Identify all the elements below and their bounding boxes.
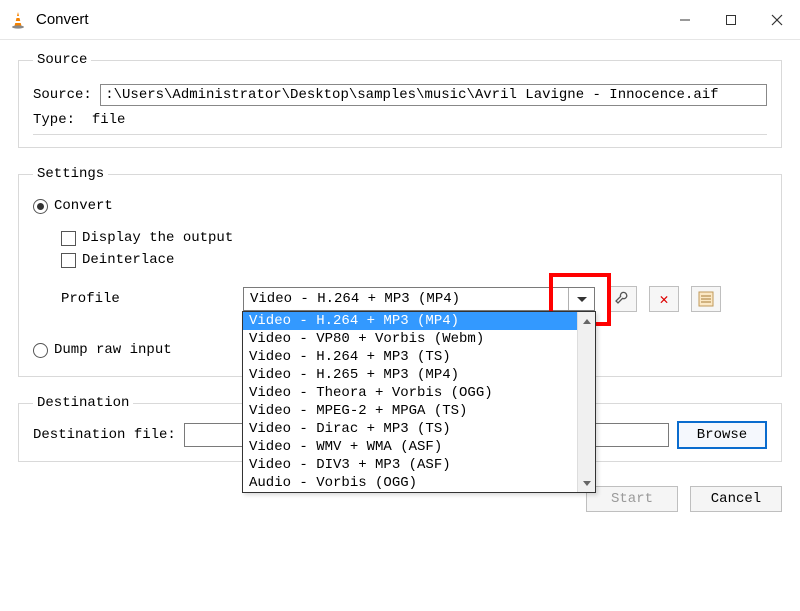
destination-file-label: Destination file: xyxy=(33,427,176,443)
dump-raw-label: Dump raw input xyxy=(54,342,172,358)
browse-button[interactable]: Browse xyxy=(677,421,767,449)
titlebar: Convert xyxy=(0,0,800,40)
profile-option[interactable]: Video - Theora + Vorbis (OGG) xyxy=(243,384,577,402)
profile-selected: Video - H.264 + MP3 (MP4) xyxy=(244,291,568,307)
profile-label: Profile xyxy=(61,291,231,307)
source-legend: Source xyxy=(33,52,91,68)
convert-radio-label: Convert xyxy=(54,198,113,214)
source-path-input[interactable] xyxy=(100,84,767,106)
settings-group: Settings Convert Display the output Dein… xyxy=(18,166,782,377)
profile-option[interactable]: Video - Dirac + MP3 (TS) xyxy=(243,420,577,438)
checkbox-indicator-icon xyxy=(61,253,76,268)
checkbox-indicator-icon xyxy=(61,231,76,246)
profile-option[interactable]: Video - H.265 + MP3 (MP4) xyxy=(243,366,577,384)
type-label: Type: xyxy=(33,112,92,128)
profile-option[interactable]: Video - DIV3 + MP3 (ASF) xyxy=(243,456,577,474)
close-button[interactable] xyxy=(754,0,800,40)
profile-option[interactable]: Video - H.264 + MP3 (TS) xyxy=(243,348,577,366)
start-button[interactable]: Start xyxy=(586,486,678,512)
scroll-down-icon[interactable] xyxy=(578,474,595,492)
deinterlace-label: Deinterlace xyxy=(82,252,174,268)
cancel-button[interactable]: Cancel xyxy=(690,486,782,512)
deinterlace-checkbox[interactable]: Deinterlace xyxy=(61,252,174,268)
display-output-label: Display the output xyxy=(82,230,233,246)
dump-raw-radio[interactable]: Dump raw input xyxy=(33,342,172,358)
edit-profile-button[interactable] xyxy=(607,286,637,312)
radio-indicator-icon xyxy=(33,343,48,358)
convert-radio[interactable]: Convert xyxy=(33,198,113,214)
source-group: Source Source: Type: file xyxy=(18,52,782,148)
chevron-down-icon[interactable] xyxy=(568,288,594,310)
new-profile-button[interactable] xyxy=(691,286,721,312)
wrench-icon xyxy=(614,291,630,307)
divider xyxy=(33,134,767,135)
display-output-checkbox[interactable]: Display the output xyxy=(61,230,233,246)
delete-profile-button[interactable]: ✕ xyxy=(649,286,679,312)
window-title: Convert xyxy=(36,11,89,28)
scroll-up-icon[interactable] xyxy=(578,312,595,330)
profile-combobox[interactable]: Video - H.264 + MP3 (MP4) Video - H.264 … xyxy=(243,287,595,311)
radio-indicator-icon xyxy=(33,199,48,214)
profile-option[interactable]: Video - H.264 + MP3 (MP4) xyxy=(243,312,577,330)
maximize-button[interactable] xyxy=(708,0,754,40)
profile-dropdown: Video - H.264 + MP3 (MP4)Video - VP80 + … xyxy=(242,311,596,493)
settings-legend: Settings xyxy=(33,166,108,182)
vlc-cone-icon xyxy=(8,10,28,30)
source-label: Source: xyxy=(33,87,100,103)
profile-option[interactable]: Video - VP80 + Vorbis (Webm) xyxy=(243,330,577,348)
destination-legend: Destination xyxy=(33,395,133,411)
dropdown-scrollbar[interactable] xyxy=(577,312,595,492)
profile-option[interactable]: Video - WMV + WMA (ASF) xyxy=(243,438,577,456)
profile-option[interactable]: Audio - Vorbis (OGG) xyxy=(243,474,577,492)
minimize-button[interactable] xyxy=(662,0,708,40)
list-edit-icon xyxy=(698,291,714,307)
type-value: file xyxy=(92,112,126,128)
delete-icon: ✕ xyxy=(659,290,668,309)
profile-option[interactable]: Video - MPEG-2 + MPGA (TS) xyxy=(243,402,577,420)
